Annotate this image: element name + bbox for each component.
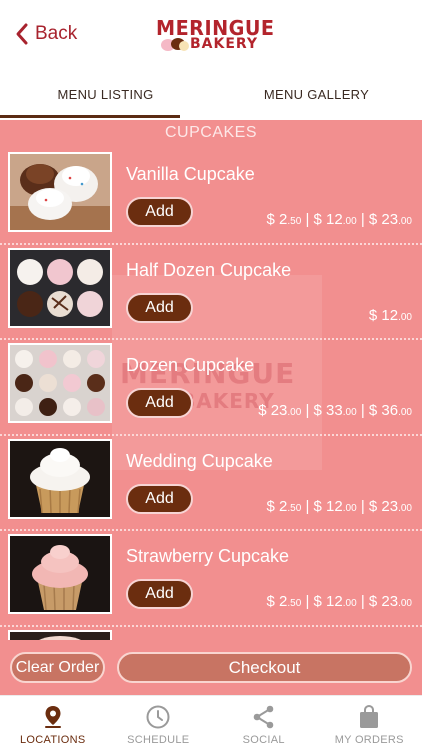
item-price: $ 12.00 [368, 306, 412, 324]
menu-list-panel: CUPCAKES MERINGUE BAKERY Vanilla Cupcake… [0, 120, 422, 695]
clock-icon [146, 705, 170, 729]
section-title: CUPCAKES [164, 124, 258, 141]
app-header: Back MERINGUE BAKERY [0, 0, 422, 68]
list-item: Dozen Cupcake Add $ 23.00 | $ 33.00 | $ … [0, 340, 422, 436]
meringue-logo-icon [161, 38, 189, 51]
tab-menu-gallery[interactable]: MENU GALLERY [211, 68, 422, 120]
item-price: $ 2.50 | $ 12.00 | $ 23.00 [266, 593, 412, 610]
tab-locations[interactable]: LOCATIONS [0, 696, 106, 750]
add-button[interactable]: Add [126, 388, 193, 418]
bottom-tab-bar: LOCATIONS SCHEDULE SOCIAL MY ORDERS [0, 695, 422, 750]
location-pin-icon [44, 706, 61, 728]
dozen-cupcake-photo [8, 343, 112, 423]
tab-label: MY ORDERS [334, 734, 404, 746]
tab-label: SCHEDULE [127, 734, 190, 746]
item-name: Half Dozen Cupcake [126, 259, 292, 280]
tab-label: SOCIAL [242, 734, 285, 746]
item-name: Vanilla Cupcake [126, 164, 255, 184]
add-button[interactable]: Add [126, 292, 193, 323]
item-price: $ 2.50 | $ 12.00 | $ 23.00 [266, 497, 412, 515]
add-button[interactable]: Add [126, 483, 193, 514]
share-icon [253, 705, 274, 729]
chevron-left-icon [16, 23, 28, 45]
tab-my-orders[interactable]: MY ORDERS [317, 696, 422, 750]
list-item: Wedding Cupcake Add $ 2.50 | $ 12.00 | $… [0, 436, 422, 531]
item-name: Dozen Cupcake [126, 355, 255, 375]
checkout-button[interactable]: Checkout [117, 652, 412, 683]
shopping-bag-icon [360, 704, 379, 728]
product-list[interactable]: Vanilla Cupcake Add $ 2.50 | $ 12.00 | $… [0, 149, 422, 695]
vanilla-cupcake-photo [8, 152, 112, 232]
list-item: Strawberry Cupcake Add $ 2.50 | $ 12.00 … [0, 531, 422, 627]
bakery-logo: MERINGUE BAKERY [148, 14, 276, 56]
add-button[interactable]: Add [126, 579, 193, 609]
back-button[interactable]: Back [14, 20, 77, 48]
tab-social[interactable]: SOCIAL [211, 696, 317, 750]
item-name: Wedding Cupcake [126, 450, 273, 471]
tab-schedule[interactable]: SCHEDULE [106, 696, 212, 750]
menu-tabs: MENU LISTING MENU GALLERY [0, 68, 422, 120]
logo-line-2: BAKERY [190, 36, 259, 52]
clear-order-button[interactable]: Clear Order [10, 652, 105, 683]
back-label: Back [35, 23, 78, 44]
item-price: $ 2.50 | $ 12.00 | $ 23.00 [266, 211, 412, 228]
tab-menu-listing[interactable]: MENU LISTING [0, 68, 211, 120]
strawberry-cupcake-photo [8, 534, 112, 614]
add-button[interactable]: Add [126, 197, 193, 227]
order-bar: Clear Order Checkout [0, 640, 422, 695]
item-name: Strawberry Cupcake [126, 546, 290, 566]
item-price: $ 23.00 | $ 33.00 | $ 36.00 [258, 402, 412, 419]
half-dozen-cupcake-photo [8, 247, 112, 328]
list-item: Half Dozen Cupcake Add $ 12.00 [0, 245, 422, 340]
wedding-cupcake-photo [8, 438, 112, 519]
list-item: Vanilla Cupcake Add $ 2.50 | $ 12.00 | $… [0, 149, 422, 245]
tab-label: LOCATIONS [20, 734, 86, 746]
